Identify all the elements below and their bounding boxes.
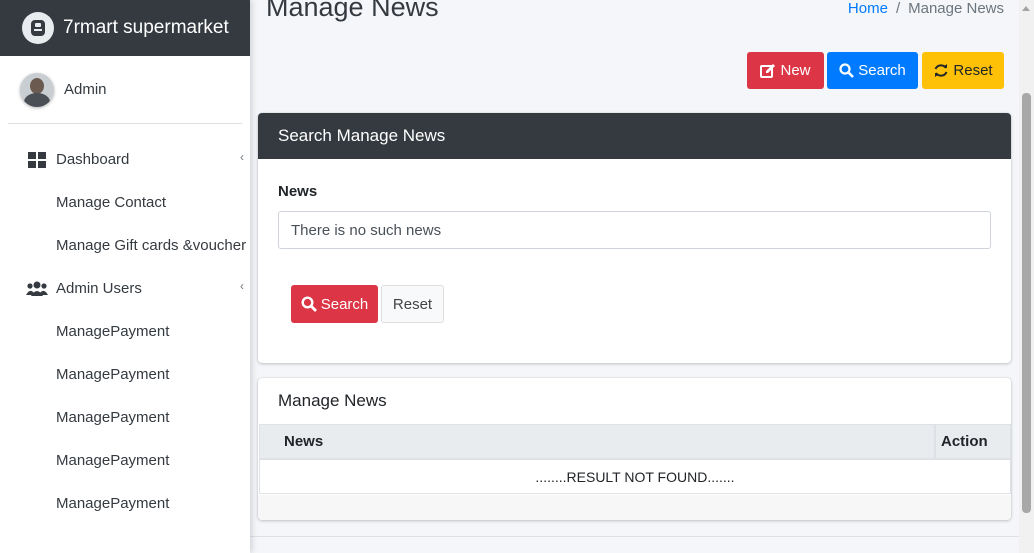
user-panel[interactable]: Admin (8, 56, 242, 124)
chevron-left-icon: ‹ (240, 150, 244, 164)
sidebar-item-label: Manage Contact (56, 194, 167, 211)
vertical-scrollbar[interactable] (1019, 0, 1034, 553)
results-card: Manage News News Action ........RESULT N… (258, 378, 1011, 520)
sidebar-item-manage-payment[interactable]: ManagePayment (0, 310, 250, 353)
sidebar-item-label: ManagePayment (56, 409, 170, 426)
search-submit-button[interactable]: Search (291, 285, 378, 323)
brand-link[interactable]: 7rmart supermarket (0, 0, 250, 56)
breadcrumb-current: Manage News (908, 0, 1004, 17)
news-table: News Action ........RESULT NOT FOUND....… (259, 424, 1011, 495)
sidebar-item-manage-payment[interactable]: ManagePayment (0, 482, 250, 525)
chevron-left-icon: ‹ (240, 279, 244, 293)
footer-divider (250, 536, 1020, 537)
sidebar-item-manage-payment[interactable]: ManagePayment (0, 353, 250, 396)
new-button[interactable]: New (747, 52, 824, 89)
search-card: Search Manage News News Search Reset (258, 113, 1011, 363)
sidebar-item-admin-users[interactable]: Admin Users ‹ (0, 267, 250, 310)
sidebar-item-label: ManagePayment (56, 323, 170, 340)
brand-logo-icon (22, 12, 54, 44)
breadcrumb: Home / Manage News (848, 0, 1004, 17)
sidebar-item-manage-payment[interactable]: ManagePayment (0, 396, 250, 439)
page-title: Manage News (266, 0, 439, 22)
avatar (20, 72, 54, 107)
search-card-title: Search Manage News (258, 113, 1011, 159)
news-field-label: News (278, 183, 318, 200)
search-icon (839, 63, 855, 78)
sidebar-item-label: Manage Gift cards &voucher (56, 237, 247, 254)
scroll-up-arrow-icon[interactable] (1022, 6, 1030, 11)
search-button-label: Search (858, 62, 906, 79)
edit-icon (760, 64, 776, 78)
breadcrumb-separator: / (895, 0, 901, 17)
results-card-title: Manage News (278, 391, 387, 410)
user-name[interactable]: Admin (64, 81, 107, 98)
sidebar-item-manage-payment[interactable]: ManagePayment (0, 439, 250, 482)
sidebar-item-label: ManagePayment (56, 495, 170, 512)
column-header-action: Action (935, 424, 1011, 459)
search-icon (301, 296, 317, 312)
sidebar-item-manage-contact[interactable]: Manage Contact (0, 181, 250, 224)
reset-form-button[interactable]: Reset (381, 285, 444, 323)
sidebar-item-label: ManagePayment (56, 452, 170, 469)
sidebar-item-manage-gift-cards[interactable]: Manage Gift cards &voucher (0, 224, 250, 267)
reset-button[interactable]: Reset (922, 52, 1004, 89)
sidebar: 7rmart supermarket Admin Dashboard ‹ Man… (0, 0, 250, 553)
sidebar-nav: Dashboard ‹ Manage Contact Manage Gift c… (0, 124, 250, 525)
news-search-input[interactable] (278, 211, 991, 249)
brand-name: 7rmart supermarket (63, 17, 229, 38)
sidebar-item-label: ManagePayment (56, 366, 170, 383)
sidebar-item-label: Dashboard (56, 151, 130, 168)
sidebar-item-dashboard[interactable]: Dashboard ‹ (0, 138, 250, 181)
new-button-label: New (780, 62, 811, 79)
breadcrumb-home-link[interactable]: Home (848, 0, 888, 17)
search-button[interactable]: Search (827, 52, 918, 89)
search-submit-label: Search (320, 295, 369, 313)
reset-button-label: Reset (953, 62, 993, 79)
column-header-news: News (259, 424, 935, 459)
results-card-footer (258, 495, 1011, 520)
sidebar-item-label: Admin Users (56, 280, 142, 297)
refresh-icon (934, 64, 948, 77)
reset-form-label: Reset (392, 295, 433, 313)
scrollbar-thumb[interactable] (1022, 93, 1031, 513)
users-icon (26, 280, 48, 298)
empty-result-message: ........RESULT NOT FOUND....... (259, 459, 1011, 494)
dashboard-grid-icon (26, 151, 48, 169)
